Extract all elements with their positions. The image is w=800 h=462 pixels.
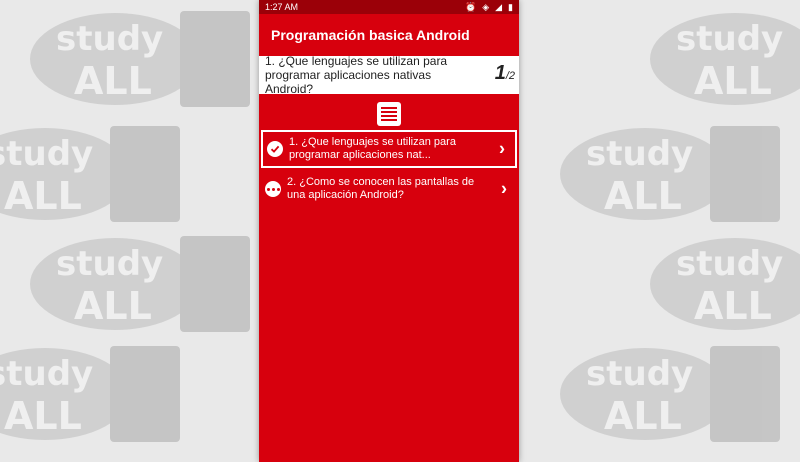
status-bar: 1:27 AM ⏰ ◈ ◢ ▮ <box>259 0 519 14</box>
wifi-icon: ◈ <box>482 1 490 12</box>
studyall-watermark-logo: studyALL <box>560 340 790 450</box>
studyall-watermark-logo: studyALL <box>650 5 800 115</box>
current-question-text: 1. ¿Que lenguajes se utilizan para progr… <box>265 54 448 96</box>
current-question-header: 1. ¿Que lenguajes se utilizan para progr… <box>259 54 519 96</box>
signal-icon: ◢ <box>495 1 503 12</box>
chevron-right-icon: › <box>499 138 505 159</box>
battery-icon: ▮ <box>508 1 513 12</box>
question-list-item[interactable]: 1. ¿Que lenguajes se utilizan para progr… <box>261 130 517 168</box>
question-total: /2 <box>505 70 515 82</box>
studyall-watermark-logo: studyALL <box>650 230 800 340</box>
status-time: 1:27 AM <box>265 2 299 12</box>
chevron-right-icon: › <box>501 178 507 199</box>
studyall-watermark-logo: studyALL <box>30 5 260 115</box>
question-counter: 1/2 <box>495 62 515 85</box>
check-circle-icon <box>267 141 283 157</box>
app-bar: Programación basica Android <box>259 14 519 56</box>
question-current-number: 1 <box>494 62 506 84</box>
studyall-watermark-logo: studyALL <box>0 120 190 230</box>
question-list-item[interactable]: 2. ¿Como se conocen las pantallas de una… <box>261 172 517 206</box>
studyall-watermark-logo: studyALL <box>0 340 190 450</box>
question-list-icon[interactable] <box>377 102 401 126</box>
studyall-watermark-logo: studyALL <box>30 230 260 340</box>
studyall-watermark-logo: studyALL <box>560 120 790 230</box>
app-title: Programación basica Android <box>271 27 470 43</box>
alarm-icon: ⏰ <box>464 1 477 12</box>
question-item-label: 1. ¿Que lenguajes se utilizan para progr… <box>289 136 456 161</box>
phone-screen: 1:27 AM ⏰ ◈ ◢ ▮ Programación basica Andr… <box>259 0 519 462</box>
more-dots-icon <box>265 181 281 197</box>
question-item-label: 2. ¿Como se conocen las pantallas de una… <box>287 176 475 201</box>
